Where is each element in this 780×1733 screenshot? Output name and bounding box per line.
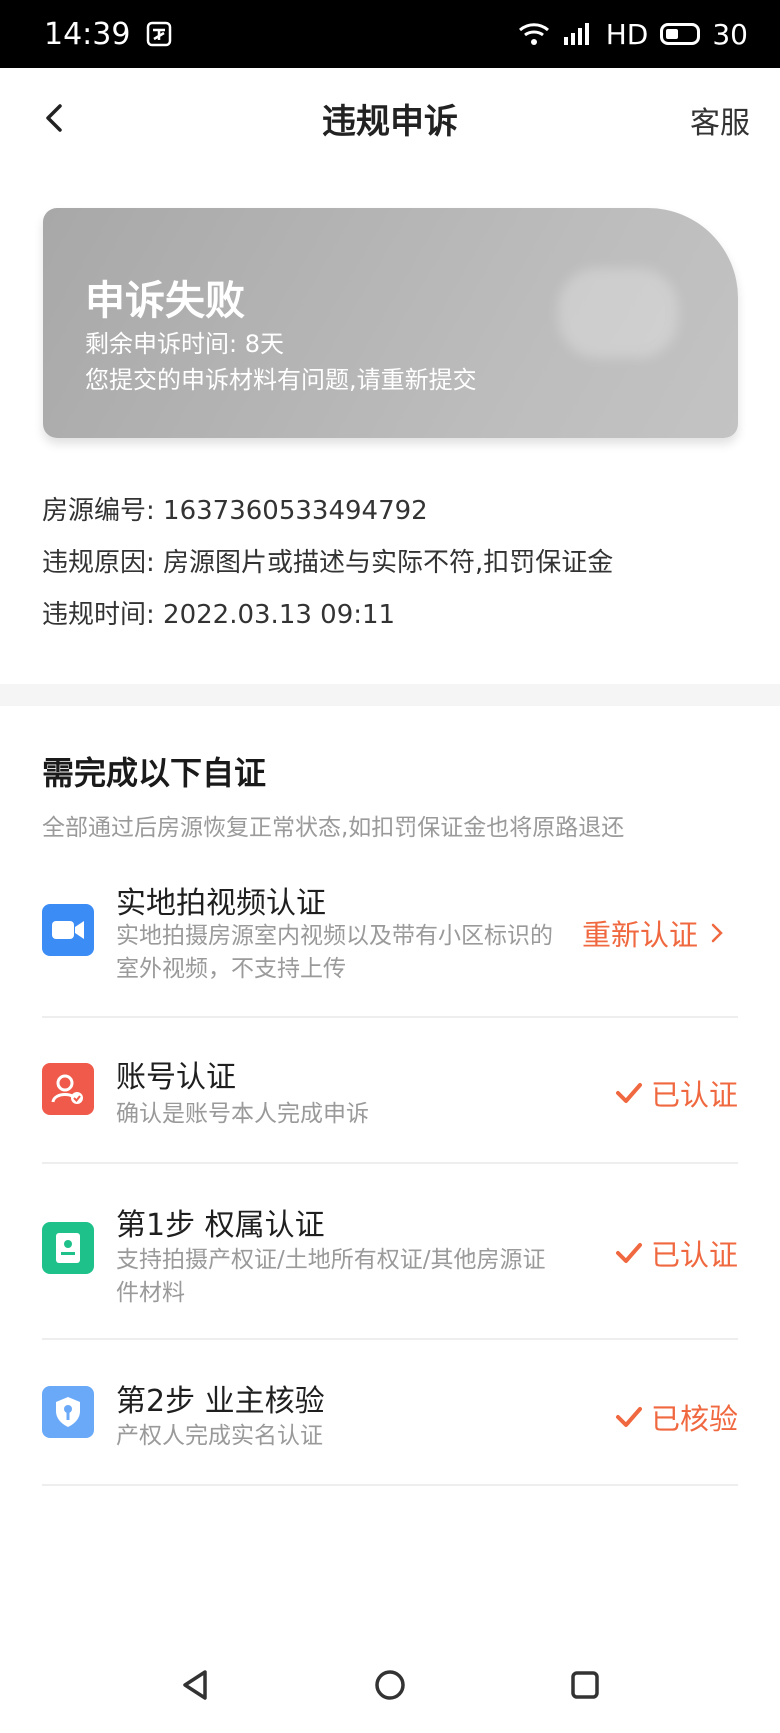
shield-key-icon: [42, 1386, 94, 1438]
system-home-button[interactable]: [365, 1660, 415, 1710]
status-time: 14:39: [44, 16, 131, 52]
info-label: 违规时间:: [42, 600, 155, 630]
system-recents-button[interactable]: [560, 1660, 610, 1710]
verify-item-owner[interactable]: 第2步 业主核验 产权人完成实名认证 已核验: [42, 1340, 738, 1486]
video-camera-icon: [42, 904, 94, 956]
verify-item-video[interactable]: 实地拍视频认证 实地拍摄房源室内视频以及带有小区标识的室外视频，不支持上传 重新…: [42, 870, 738, 1018]
signal-icon: [562, 21, 594, 47]
status-label: 已认证: [650, 1238, 738, 1272]
customer-service-link[interactable]: 客服: [690, 98, 750, 142]
status-label: 已认证: [650, 1078, 738, 1112]
certificate-icon: [42, 1222, 94, 1274]
system-navigation-bar: [0, 1650, 780, 1733]
check-icon: [615, 1083, 642, 1103]
reverify-button[interactable]: 重新认证: [582, 912, 728, 954]
section-subtitle: 全部通过后房源恢复正常状态,如扣罚保证金也将原路退还: [42, 815, 625, 841]
card-message: 您提交的申诉材料有问题,请重新提交: [85, 366, 477, 394]
info-time: 违规时间: 2022.03.13 09:11: [42, 589, 742, 641]
status-label: 已核验: [650, 1402, 738, 1436]
card-title: 申诉失败: [85, 278, 245, 324]
verified-status: 已认证: [615, 1232, 738, 1274]
check-icon: [615, 1243, 642, 1263]
nav-bar: 违规申诉 客服: [0, 68, 780, 168]
circle-home-icon: [375, 1670, 405, 1700]
check-icon: [615, 1407, 642, 1427]
triangle-back-icon: [183, 1670, 207, 1700]
violation-info: 房源编号: 1637360533494792 违规原因: 房源图片或描述与实际不…: [42, 485, 742, 641]
account-icon: [42, 1063, 94, 1115]
info-value: 房源图片或描述与实际不符,扣罚保证金: [163, 548, 614, 578]
info-reason: 违规原因: 房源图片或描述与实际不符,扣罚保证金: [42, 537, 742, 589]
chevron-left-icon: [46, 104, 62, 132]
info-label: 房源编号:: [42, 496, 155, 526]
notification-icon: [146, 21, 172, 47]
info-label: 违规原因:: [42, 548, 155, 578]
status-label: 重新认证: [581, 918, 698, 952]
verify-item-ownership[interactable]: 第1步 权属认证 支持拍摄产权证/土地所有权证/其他房源证件材料 已认证: [42, 1164, 738, 1340]
card-decoration: [558, 268, 678, 358]
verified-status: 已核验: [615, 1396, 738, 1438]
info-value: 2022.03.13 09:11: [163, 600, 396, 630]
item-title: 账号认证: [116, 1060, 236, 1095]
square-recents-icon: [571, 1671, 599, 1699]
section-divider: [0, 684, 780, 706]
section-title: 需完成以下自证: [42, 754, 267, 792]
item-desc: 支持拍摄产权证/土地所有权证/其他房源证件材料: [116, 1247, 546, 1306]
network-label: HD: [605, 17, 649, 51]
wifi-icon: [518, 21, 550, 47]
appeal-status-card: 申诉失败 剩余申诉时间: 8天 您提交的申诉材料有问题,请重新提交: [43, 208, 738, 438]
status-bar: 14:39 HD 30: [0, 0, 780, 68]
item-title: 第2步 业主核验: [116, 1384, 325, 1419]
info-value: 1637360533494792: [163, 496, 428, 526]
verified-status: 已认证: [615, 1072, 738, 1114]
battery-icon: [660, 23, 701, 45]
item-desc: 产权人完成实名认证: [116, 1423, 323, 1449]
remaining-time: 剩余申诉时间: 8天: [85, 330, 284, 358]
item-desc: 实地拍摄房源室内视频以及带有小区标识的室外视频，不支持上传: [116, 923, 553, 982]
item-title: 第1步 权属认证: [116, 1208, 325, 1243]
item-desc: 确认是账号本人完成申诉: [116, 1101, 369, 1127]
verify-item-account[interactable]: 账号认证 确认是账号本人完成申诉 已认证: [42, 1018, 738, 1164]
back-button[interactable]: [36, 98, 76, 138]
chevron-right-icon: [711, 923, 723, 943]
battery-level: 30: [712, 17, 748, 51]
system-back-button[interactable]: [171, 1660, 221, 1710]
item-title: 实地拍视频认证: [116, 886, 326, 921]
page-title: 违规申诉: [322, 101, 458, 142]
info-listing-id: 房源编号: 1637360533494792: [42, 485, 742, 537]
